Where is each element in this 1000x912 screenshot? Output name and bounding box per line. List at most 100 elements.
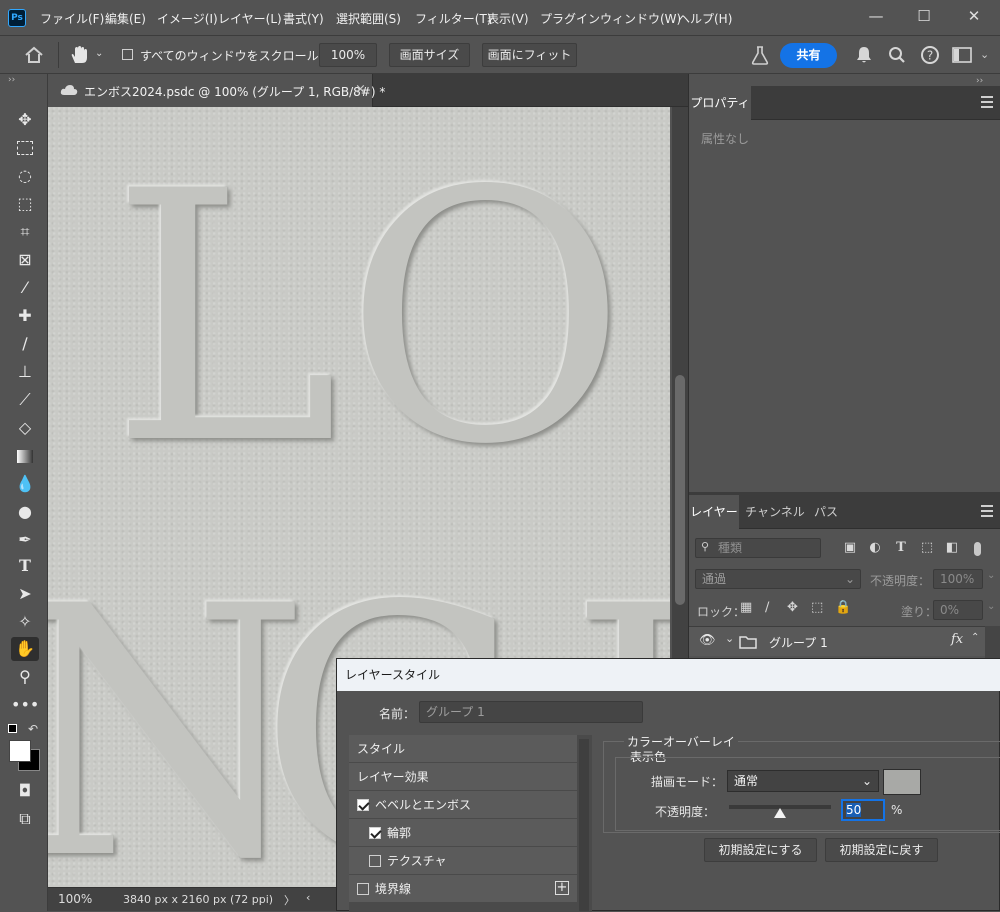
object-select-tool-icon[interactable]: ⬚: [11, 192, 39, 216]
lock-artboard-icon[interactable]: ⬚: [811, 600, 823, 615]
reset-default-button[interactable]: 初期設定に戻す: [825, 838, 938, 862]
path-select-tool-icon[interactable]: ➤: [11, 582, 39, 606]
lock-transparency-icon[interactable]: ▦: [740, 600, 752, 615]
hand-tool-icon[interactable]: ✋: [11, 637, 39, 661]
collapse-double-chevron-icon[interactable]: ››: [8, 75, 15, 85]
contour-checkbox[interactable]: [369, 827, 381, 839]
foreground-color-swatch[interactable]: [9, 740, 31, 762]
blend-mode-select[interactable]: 通常 ⌄: [727, 770, 879, 792]
actual-size-button[interactable]: 画面サイズ: [389, 43, 470, 67]
menu-view[interactable]: 表示(V): [487, 10, 529, 27]
menu-edit[interactable]: 編集(E): [105, 10, 146, 27]
hand-tool-icon[interactable]: [69, 45, 89, 65]
tab-paths[interactable]: パス: [811, 495, 841, 529]
zoom-value-field[interactable]: 100%: [319, 43, 377, 67]
menu-filter[interactable]: フィルター(T): [415, 10, 491, 27]
tab-layers[interactable]: レイヤー: [689, 495, 739, 529]
status-arrow-icon[interactable]: 〉: [284, 892, 295, 908]
menu-image[interactable]: イメージ(I): [157, 10, 218, 27]
texture-checkbox[interactable]: [369, 855, 381, 867]
status-zoom[interactable]: 100%: [58, 892, 92, 906]
menu-help[interactable]: ヘルプ(H): [678, 10, 732, 27]
fill-field[interactable]: 0%: [933, 600, 983, 620]
menu-select[interactable]: 選択範囲(S): [336, 10, 401, 27]
gradient-tool-icon[interactable]: [11, 444, 39, 468]
shape-tool-icon[interactable]: ✧: [11, 610, 39, 634]
chevron-down-icon[interactable]: ⌄: [987, 570, 995, 581]
healing-brush-tool-icon[interactable]: ✚: [11, 304, 39, 328]
document-tab[interactable]: エンボス2024.psdc @ 100% (グループ 1, RGB/8#) * …: [48, 74, 385, 107]
pen-tool-icon[interactable]: ✒: [11, 528, 39, 552]
make-default-button[interactable]: 初期設定にする: [704, 838, 817, 862]
screen-mode-icon[interactable]: ⧉: [11, 807, 39, 831]
stamp-tool-icon[interactable]: ⊥: [11, 360, 39, 384]
workspace-icon[interactable]: [952, 47, 972, 63]
quick-mask-icon[interactable]: ◘: [11, 779, 39, 803]
layer-filter-field[interactable]: 種類: [695, 538, 821, 558]
chevron-up-icon[interactable]: ⌃: [971, 632, 979, 643]
style-item-contour[interactable]: 輪郭: [349, 819, 577, 847]
type-tool-icon[interactable]: T: [11, 554, 39, 578]
add-stroke-button[interactable]: +: [555, 881, 569, 895]
menu-type[interactable]: 書式(Y): [283, 10, 324, 27]
opacity-slider-thumb[interactable]: [774, 808, 786, 818]
fit-screen-button[interactable]: 画面にフィット: [482, 43, 577, 67]
visibility-eye-icon[interactable]: 👁: [699, 633, 716, 648]
layer-name[interactable]: グループ 1: [769, 634, 828, 651]
styles-list-scrollbar[interactable]: [579, 739, 589, 911]
type-filter-icon[interactable]: T: [892, 539, 910, 557]
brush-tool-icon[interactable]: ∕: [11, 332, 39, 356]
help-icon[interactable]: ?: [920, 45, 940, 65]
smart-object-filter-icon[interactable]: ◧: [943, 539, 961, 557]
menu-file[interactable]: ファイル(F): [40, 10, 104, 27]
home-icon[interactable]: [24, 46, 44, 64]
tab-properties[interactable]: プロパティ: [689, 86, 751, 120]
frame-tool-icon[interactable]: ⊠: [11, 248, 39, 272]
shape-filter-icon[interactable]: ⬚: [918, 539, 936, 557]
panel-menu-icon[interactable]: [981, 505, 993, 517]
maximize-button[interactable]: ☐: [912, 5, 936, 27]
history-brush-tool-icon[interactable]: ⟋: [11, 388, 39, 412]
bell-icon[interactable]: [855, 46, 873, 64]
blend-mode-select[interactable]: 通過 ⌄: [695, 569, 861, 589]
fx-icon[interactable]: fx: [951, 632, 963, 647]
menu-plugins[interactable]: プラグイン: [540, 10, 600, 27]
image-filter-icon[interactable]: ▣: [841, 539, 859, 557]
chevron-down-icon[interactable]: ⌄: [987, 601, 995, 612]
share-button[interactable]: 共有: [780, 43, 837, 68]
style-item-stroke[interactable]: 境界線 +: [349, 875, 577, 903]
more-tools-icon[interactable]: •••: [11, 693, 39, 717]
scrollbar-thumb[interactable]: [675, 375, 685, 605]
scroll-left-icon[interactable]: ‹: [306, 891, 310, 904]
scroll-all-checkbox[interactable]: [122, 49, 133, 60]
marquee-tool-icon[interactable]: [11, 136, 39, 160]
swap-colors-icon[interactable]: ↶: [28, 722, 38, 736]
style-item-texture[interactable]: テクスチャ: [349, 847, 577, 875]
search-icon[interactable]: [888, 46, 906, 64]
menu-window[interactable]: ウィンドウ(W): [600, 10, 681, 27]
overlay-color-swatch[interactable]: [883, 769, 921, 795]
name-field[interactable]: グループ 1: [419, 701, 643, 723]
adjustment-filter-icon[interactable]: ◐: [866, 539, 884, 557]
lock-all-icon[interactable]: 🔒: [835, 600, 851, 615]
close-button[interactable]: ✕: [962, 5, 986, 27]
chevron-down-icon[interactable]: ⌄: [725, 632, 734, 645]
beaker-icon[interactable]: [751, 45, 769, 65]
panel-menu-icon[interactable]: [981, 96, 993, 108]
style-item-bevel-emboss[interactable]: ベベルとエンボス: [349, 791, 577, 819]
lasso-tool-icon[interactable]: ◌: [11, 164, 39, 188]
blur-tool-icon[interactable]: 💧: [11, 472, 39, 496]
eyedropper-tool-icon[interactable]: ⁄: [11, 276, 39, 300]
opacity-field[interactable]: 50: [841, 799, 885, 821]
eraser-tool-icon[interactable]: ◇: [11, 416, 39, 440]
zoom-tool-icon[interactable]: ⚲: [11, 665, 39, 689]
close-tab-icon[interactable]: ×: [355, 82, 366, 97]
lock-pixels-icon[interactable]: ∕: [765, 600, 769, 615]
tab-channels[interactable]: チャンネル: [741, 495, 809, 529]
style-item-layer-effects[interactable]: レイヤー効果: [349, 763, 577, 791]
chevron-down-icon[interactable]: ⌄: [980, 48, 989, 61]
default-colors-icon[interactable]: [8, 724, 17, 733]
minimize-button[interactable]: —: [864, 5, 888, 27]
layer-opacity-field[interactable]: 100%: [933, 569, 983, 589]
chevron-down-icon[interactable]: ⌄: [95, 48, 103, 59]
